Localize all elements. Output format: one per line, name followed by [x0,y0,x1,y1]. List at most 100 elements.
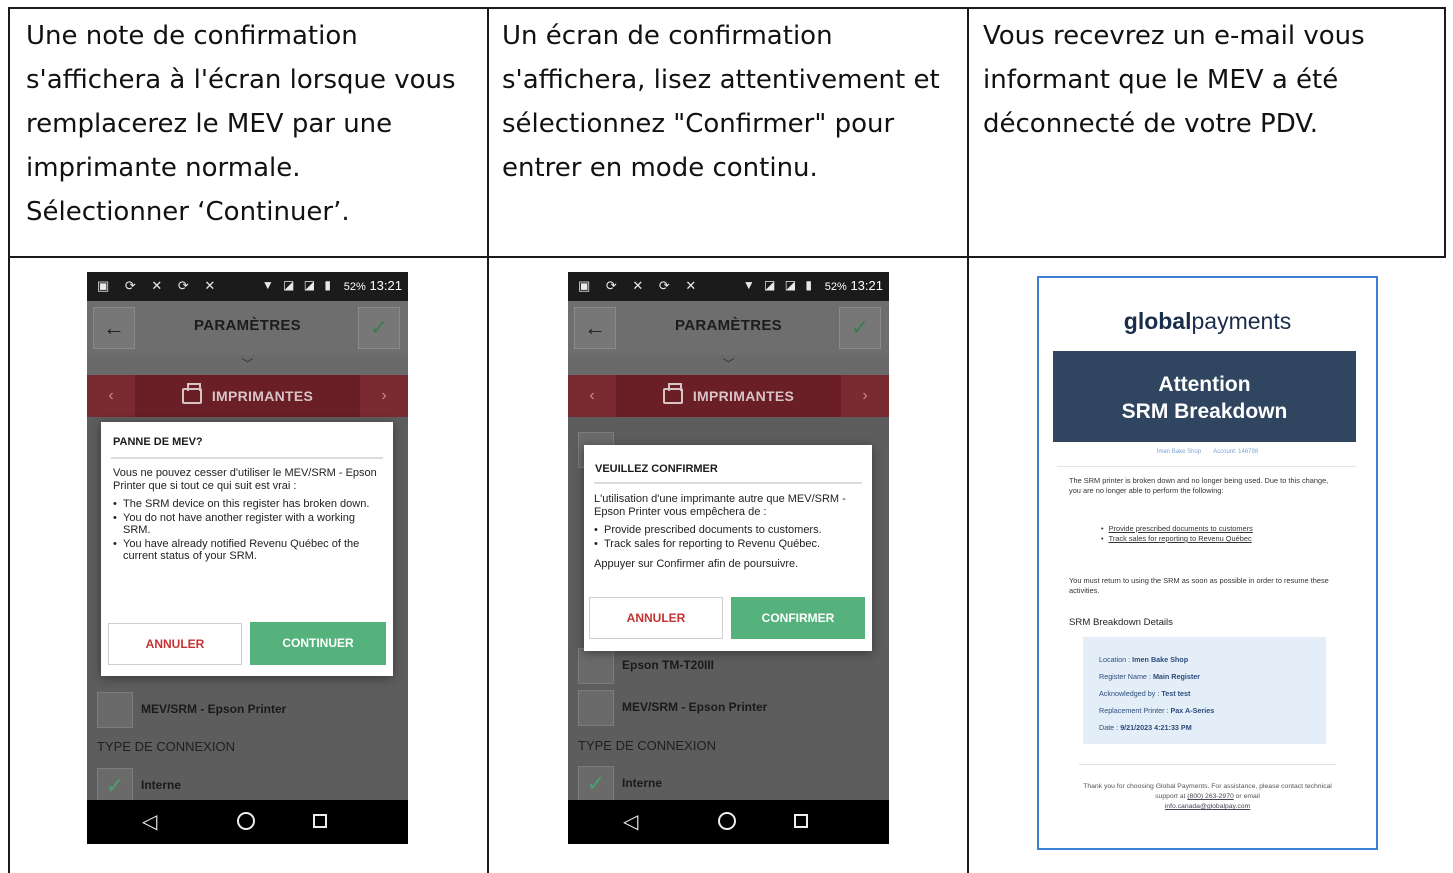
global-payments-logo: globalpayments [1123,308,1292,334]
check-icon[interactable]: ✓ [578,766,614,802]
dialog-divider [594,482,862,484]
continue-button[interactable]: CONTINUER [250,622,386,665]
dialog-title: PANNE DE MEV? [113,436,203,448]
banner-line-2: SRM Breakdown [1121,400,1288,423]
email-intro: The SRM printer is broken down and no lo… [1069,476,1329,495]
row-divider [8,256,1446,258]
connection-section-title: TYPE DE CONNEXION [578,738,716,753]
printer-icon [181,383,202,404]
table-border-right [1444,7,1446,257]
phone-screenshot-veuillez-confirmer: ▣ ⟳ ✕ ⟳ ✕ ▼ ◪ ◪ ▮ 52% 13:21 ← PARAMÈTRES… [568,272,889,844]
check-icon[interactable]: ✓ [97,768,133,804]
dialog-bullets: The SRM device on this register has brok… [113,498,383,563]
list-item: You do not have another register with a … [113,512,383,537]
detail-register: Main Register [1152,672,1201,681]
list-item: You have already notified Revenu Québec … [113,538,383,563]
detail-date: 9/21/2023 4:21:33 PM [1120,723,1192,732]
notification-icons: ▣ ⟳ ✕ ⟳ ✕ [97,278,222,293]
battery-percent: 52% [343,281,366,293]
divider [1057,466,1356,467]
app-bar: ← PARAMÈTRES ✓ [568,301,889,355]
dialog-bullets: Provide prescribed documents to customer… [594,524,862,550]
details-box: Location : Imen Bake Shop Register Name … [1083,637,1326,744]
list-item[interactable]: Track sales for reporting to Revenu Québ… [1101,534,1253,544]
nav-home-icon[interactable] [237,812,255,830]
checkbox[interactable] [578,690,614,726]
clock: 13:21 [369,278,402,293]
return-note: You must return to using the SRM as soon… [1069,576,1329,595]
status-bar: ▣ ⟳ ✕ ⟳ ✕ ▼ ◪ ◪ ▮ 52% 13:21 [568,272,889,301]
list-item: Provide prescribed documents to customer… [594,524,862,537]
nav-recent-icon[interactable] [313,814,327,828]
column-divider-1 [487,7,489,873]
notification-icons: ▣ ⟳ ✕ ⟳ ✕ [578,278,703,293]
divider [1079,764,1336,765]
instruction-step-2: Un écran de confirmation s'affichera, li… [502,21,940,183]
printer-icon [662,383,683,404]
dialog-intro: Vous ne pouvez cesser d'utiliser le MEV/… [113,467,377,492]
instruction-step-3: Vous recevrez un e-mail vous informant q… [983,21,1365,139]
list-item[interactable]: Provide prescribed documents to customer… [1101,524,1253,534]
chevron-left-icon[interactable]: ‹ [87,375,135,417]
app-bar: ← PARAMÈTRES ✓ [87,301,408,355]
detail-replacement: Pax A-Series [1170,706,1215,715]
detail-acknowledged: Test test [1161,689,1191,698]
signal-icons: ▼ ◪ ◪ ▮ [261,278,334,292]
list-item: Track sales for reporting to Revenu Québ… [594,538,862,551]
nav-home-icon[interactable] [718,812,736,830]
category-title: IMPRIMANTES [211,388,314,404]
printer-option-label: Epson TM-T20III [622,658,715,672]
chevron-right-icon[interactable]: › [360,375,408,417]
details-title: SRM Breakdown Details [1069,617,1173,628]
table-border-top [8,7,1446,9]
signal-icons: ▼ ◪ ◪ ▮ [742,278,815,292]
banner-line-1: Attention [1158,373,1251,396]
check-icon[interactable]: ✓ [839,307,881,349]
checkbox[interactable] [578,648,614,684]
dialog-divider [111,457,383,459]
chevron-down-icon[interactable]: ﹀ [568,355,889,375]
shop-name: Imen Bake Shop [1156,449,1202,455]
account-number: Account: 146798 [1213,449,1259,455]
phone-screenshot-panne-mev: ▣ ⟳ ✕ ⟳ ✕ ▼ ◪ ◪ ▮ 52% 13:21 ← PARAMÈTRES… [87,272,408,844]
detail-location: Imen Bake Shop [1132,655,1189,664]
list-item: The SRM device on this register has brok… [113,498,383,511]
attention-banner: Attention SRM Breakdown [1053,351,1356,442]
check-icon[interactable]: ✓ [358,307,400,349]
email-list: Provide prescribed documents to customer… [1101,524,1253,544]
battery-percent: 52% [824,281,847,293]
printer-option-label: MEV/SRM - Epson Printer [622,700,768,714]
cancel-button[interactable]: ANNULER [108,623,242,665]
cancel-button[interactable]: ANNULER [589,597,723,639]
category-title: IMPRIMANTES [692,388,795,404]
nav-back-icon[interactable]: ◁ [623,809,638,834]
android-nav-bar: ◁ [87,800,408,844]
category-bar: ‹ IMPRIMANTES › [87,375,408,417]
account-line: Imen Bake Shop Account: 146798 [1039,449,1376,455]
nav-recent-icon[interactable] [794,814,808,828]
connection-option-label: Interne [141,778,182,792]
email-footer: Thank you for choosing Global Payments. … [1083,783,1332,810]
instruction-step-1: Une note de confirmation s'affichera à l… [26,21,456,227]
dialog-outro: Appuyer sur Confirmer afin de poursuivre… [594,558,799,570]
android-nav-bar: ◁ [568,800,889,844]
chevron-right-icon[interactable]: › [841,375,889,417]
connection-section-title: TYPE DE CONNEXION [97,739,235,754]
dialog-intro: L'utilisation d'une imprimante autre que… [594,493,846,518]
support-email-link[interactable]: info.canada@globalpay.com [1165,803,1250,810]
dialog-body: L'utilisation d'une imprimante autre que… [594,493,862,577]
status-bar: ▣ ⟳ ✕ ⟳ ✕ ▼ ◪ ◪ ▮ 52% 13:21 [87,272,408,301]
table-border-left [8,7,10,873]
dialog-title: VEUILLEZ CONFIRMER [595,463,718,475]
nav-back-icon[interactable]: ◁ [142,809,157,834]
chevron-left-icon[interactable]: ‹ [568,375,616,417]
clock: 13:21 [850,278,883,293]
chevron-down-icon[interactable]: ﹀ [87,355,408,375]
notification-email: globalpayments Attention SRM Breakdown I… [1037,276,1378,850]
column-divider-2 [967,7,969,873]
veuillez-confirmer-dialog: VEUILLEZ CONFIRMER L'utilisation d'une i… [584,445,872,651]
confirm-button[interactable]: CONFIRMER [731,597,865,639]
support-phone-link[interactable]: (800) 263-2970 [1187,793,1233,800]
printer-option-label: MEV/SRM - Epson Printer [141,702,287,716]
checkbox[interactable] [97,692,133,728]
